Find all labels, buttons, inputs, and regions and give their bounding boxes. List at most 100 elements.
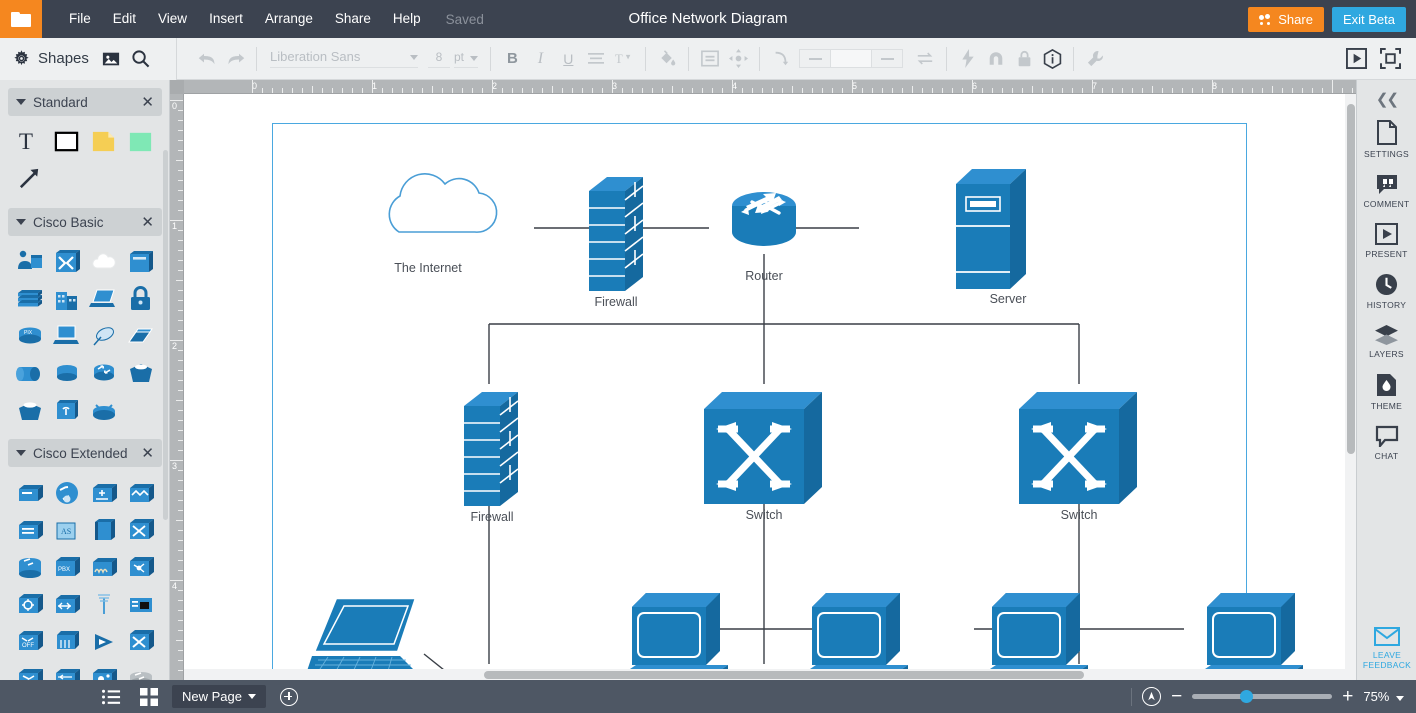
collapse-chevrons-icon[interactable]: ❮❮	[1376, 90, 1397, 108]
shape-section-cisco-basic-header[interactable]: Cisco Basic ✕	[8, 208, 162, 236]
image-icon[interactable]	[99, 47, 123, 71]
shape-optical[interactable]	[12, 586, 47, 621]
app-logo-button[interactable]	[0, 0, 42, 38]
shape-server-rack[interactable]	[12, 512, 47, 547]
redo-icon[interactable]	[221, 45, 249, 73]
fullscreen-icon[interactable]	[1376, 45, 1404, 73]
shape-tape-drive[interactable]	[12, 355, 47, 390]
node-laptop[interactable]	[304, 598, 424, 680]
close-icon[interactable]: ✕	[141, 446, 154, 461]
position-icon[interactable]	[724, 45, 752, 73]
wrench-icon[interactable]	[1081, 45, 1109, 73]
shape-router[interactable]	[86, 355, 121, 390]
shape-wireless-router[interactable]	[86, 392, 121, 427]
close-icon[interactable]: ✕	[141, 95, 154, 110]
sidebar-item-layers[interactable]: LAYERS	[1357, 324, 1416, 359]
shape-cloud[interactable]	[86, 244, 121, 279]
menu-item-insert[interactable]: Insert	[198, 0, 254, 38]
line-preview[interactable]	[831, 49, 871, 68]
shape-cylinder-router[interactable]	[12, 549, 47, 584]
line-end-icon[interactable]	[871, 49, 903, 68]
menu-item-edit[interactable]: Edit	[102, 0, 147, 38]
shapes-panel-scrollbar[interactable]	[163, 150, 168, 520]
shape-arrow[interactable]	[12, 161, 47, 196]
font-unit-select[interactable]: pt	[454, 50, 478, 68]
shape-file-server[interactable]	[12, 281, 47, 316]
italic-button[interactable]: I	[526, 45, 554, 73]
shape-atm-crossing[interactable]	[123, 623, 158, 658]
sidebar-item-theme[interactable]: THEME	[1357, 373, 1416, 411]
swap-icon[interactable]	[911, 45, 939, 73]
zoom-level[interactable]: 75%	[1363, 689, 1404, 704]
undo-icon[interactable]	[193, 45, 221, 73]
bold-button[interactable]: B	[498, 45, 526, 73]
underline-button[interactable]: U	[554, 45, 582, 73]
new-page-button[interactable]: New Page	[172, 685, 266, 708]
node-firewall-2[interactable]: Firewall	[464, 392, 518, 524]
sidebar-item-chat[interactable]: CHAT	[1357, 425, 1416, 461]
fill-bucket-icon[interactable]	[653, 45, 681, 73]
menu-item-file[interactable]: File	[58, 0, 102, 38]
shape-green-box[interactable]	[123, 124, 158, 159]
shape-route-switch[interactable]	[49, 660, 84, 680]
zoom-slider-handle[interactable]	[1240, 690, 1253, 703]
lightning-icon[interactable]	[954, 45, 982, 73]
shape-lock[interactable]	[123, 281, 158, 316]
shape-pbx-switch[interactable]: PBX	[49, 549, 84, 584]
shape-text[interactable]: T	[12, 124, 47, 159]
shape-atm-switch[interactable]	[49, 244, 84, 279]
node-switch-2[interactable]: Switch	[1019, 392, 1137, 522]
align-icon[interactable]	[582, 45, 610, 73]
canvas-vertical-thumb[interactable]	[1347, 104, 1355, 454]
shape-access-point[interactable]	[49, 392, 84, 427]
menu-item-share[interactable]: Share	[324, 0, 382, 38]
shape-modem[interactable]	[123, 318, 158, 353]
leave-feedback-button[interactable]: LEAVE FEEDBACK	[1357, 627, 1416, 670]
shape-comm-server[interactable]	[86, 549, 121, 584]
shape-section-cisco-extended-header[interactable]: Cisco Extended ✕	[8, 439, 162, 467]
sidebar-item-settings[interactable]: SETTINGS	[1357, 120, 1416, 159]
shape-pc-software[interactable]: AS	[49, 512, 84, 547]
canvas-horizontal-scrollbar[interactable]	[184, 669, 1356, 680]
shape-storage[interactable]	[123, 244, 158, 279]
shape-section-standard-header[interactable]: Standard ✕	[8, 88, 162, 116]
lock-icon[interactable]	[1010, 45, 1038, 73]
shape-bridge[interactable]	[12, 392, 47, 427]
zoom-in-button[interactable]: +	[1342, 687, 1353, 706]
line-start-icon[interactable]	[799, 49, 831, 68]
shape-monitor[interactable]	[123, 586, 158, 621]
shape-pix-firewall[interactable]: PIX	[12, 318, 47, 353]
font-size-input[interactable]: 8	[428, 50, 450, 68]
shape-off-switch[interactable]: OFF	[12, 623, 47, 658]
menu-item-arrange[interactable]: Arrange	[254, 0, 324, 38]
shape-multilayer-switch[interactable]	[86, 475, 121, 510]
share-button[interactable]: Share	[1248, 7, 1324, 32]
navigator-icon[interactable]	[1142, 687, 1161, 706]
magnet-icon[interactable]	[982, 45, 1010, 73]
shape-gray-router[interactable]	[123, 660, 158, 680]
exit-beta-button[interactable]: Exit Beta	[1332, 7, 1406, 32]
node-router[interactable]: Router	[732, 192, 796, 283]
node-server[interactable]: Server	[956, 169, 1026, 306]
canvas-inner[interactable]: The Internet	[184, 94, 1356, 680]
shape-switch-box[interactable]	[12, 475, 47, 510]
shape-database[interactable]	[49, 355, 84, 390]
grid-view-icon[interactable]	[134, 680, 164, 713]
shape-breaker[interactable]	[49, 623, 84, 658]
shape-workstation-user[interactable]	[12, 244, 47, 279]
shape-satellite-dish[interactable]	[86, 318, 121, 353]
node-pc-4[interactable]	[1199, 593, 1303, 680]
node-pc-3[interactable]	[984, 593, 1088, 680]
shape-router-fan[interactable]	[12, 660, 47, 680]
sidebar-item-comment[interactable]: COMMENT	[1357, 173, 1416, 209]
menu-item-view[interactable]: View	[147, 0, 198, 38]
shape-speaker[interactable]	[86, 623, 121, 658]
node-internet[interactable]: The Internet	[389, 174, 496, 275]
shape-atm-tag[interactable]	[49, 586, 84, 621]
play-box-icon[interactable]	[1342, 45, 1370, 73]
close-icon[interactable]: ✕	[141, 215, 154, 230]
add-page-button[interactable]	[280, 688, 298, 706]
shapes-button[interactable]: Shapes	[12, 49, 89, 68]
menu-item-help[interactable]: Help	[382, 0, 432, 38]
canvas-vertical-scrollbar[interactable]	[1345, 94, 1356, 669]
